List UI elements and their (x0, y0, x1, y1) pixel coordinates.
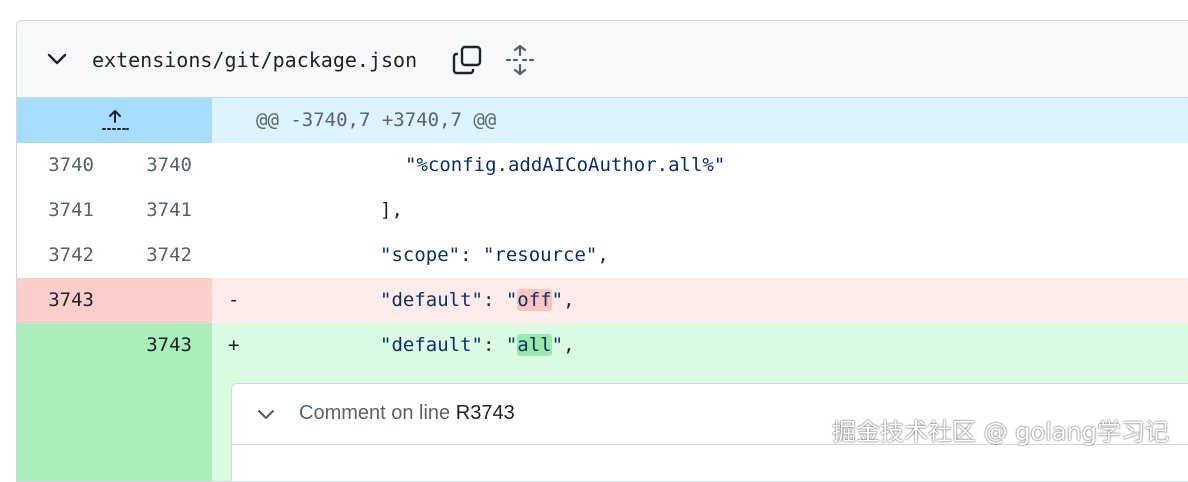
unfold-icon (505, 44, 535, 76)
code-text: "%config.addAICoAuthor.all%" (405, 154, 726, 176)
collapse-file-button[interactable] (45, 47, 69, 71)
json-key: "default" (380, 334, 483, 356)
json-tail: , (597, 244, 609, 266)
file-path[interactable]: extensions/git/package.json (92, 48, 417, 72)
hunk-header-text: @@ -3740,7 +3740,7 @@ (256, 109, 497, 131)
new-line-number[interactable]: 3742 (114, 233, 212, 278)
added-line: 3743 + "default": "all", (17, 323, 1188, 368)
code-text: ], (380, 199, 403, 221)
chevron-down-icon (47, 53, 67, 65)
copy-icon (452, 45, 482, 75)
new-line-number[interactable]: 3741 (114, 188, 212, 233)
code-text: "scope": "resource", (380, 233, 609, 278)
json-separator: : (482, 334, 506, 356)
old-line-number[interactable]: 3743 (17, 278, 114, 323)
old-line-number[interactable]: 3740 (17, 143, 114, 188)
watermark: 掘金技术社区 @ golang学习记 (832, 418, 1169, 446)
code-text: "default": "all", (380, 323, 575, 368)
expand-all-button[interactable] (504, 44, 536, 76)
file-header: extensions/git/package.json (17, 21, 1188, 98)
deleted-line: 3743 - "default": "off", (17, 278, 1188, 323)
deletion-marker: - (228, 289, 240, 311)
json-key: "scope" (380, 244, 461, 266)
json-quote: " (505, 289, 518, 311)
diff-line: 3740 3740 "%config.addAICoAuthor.all%" (17, 143, 1188, 188)
json-value: "resource" (482, 244, 598, 266)
json-tail: , (563, 289, 575, 311)
comment-title-prefix: Comment on line (299, 402, 456, 424)
json-quote: " (551, 289, 564, 311)
new-line-number[interactable]: 3740 (114, 143, 212, 188)
json-quote: " (505, 334, 518, 356)
diff-line: 3742 3742 "scope": "resource", (17, 233, 1188, 278)
comment-title: Comment on line R3743 (299, 402, 515, 425)
chevron-down-icon (257, 409, 275, 420)
new-line-number[interactable] (114, 278, 212, 323)
expand-up-button[interactable] (17, 98, 212, 143)
collapse-comment-button[interactable] (254, 402, 278, 426)
hunk-header-row: @@ -3740,7 +3740,7 @@ (17, 98, 1188, 143)
addition-marker: + (228, 334, 240, 356)
expand-up-icon (101, 109, 129, 130)
json-quote: " (551, 334, 564, 356)
new-line-number[interactable]: 3743 (114, 323, 212, 368)
json-separator: : (460, 244, 483, 266)
copy-path-button[interactable] (451, 44, 483, 76)
old-line-number[interactable]: 3741 (17, 188, 114, 233)
old-line-number[interactable]: 3742 (17, 233, 114, 278)
changed-word: all (517, 334, 552, 356)
json-key: "default" (380, 289, 483, 311)
comment-gutter (17, 368, 212, 481)
json-separator: : (482, 289, 506, 311)
old-line-number[interactable] (17, 323, 114, 368)
changed-word: off (517, 289, 552, 311)
json-tail: , (563, 334, 575, 356)
code-text: "default": "off", (380, 278, 575, 323)
comment-line-ref[interactable]: R3743 (456, 402, 515, 424)
diff-line: 3741 3741 ], (17, 188, 1188, 233)
